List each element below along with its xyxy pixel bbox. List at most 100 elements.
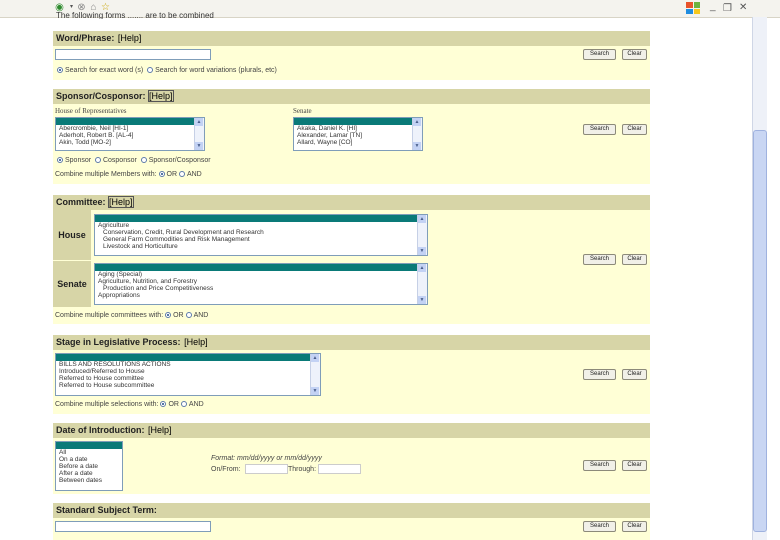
scrollbar[interactable]: ▲ ▼ xyxy=(417,215,427,255)
word-phrase-input[interactable] xyxy=(55,49,211,60)
scroll-up-icon[interactable]: ▲ xyxy=(195,118,203,126)
stage-header: Stage in Legislative Process: [Help] xyxy=(53,335,650,350)
date-intro-help-link[interactable]: [Help] xyxy=(147,424,173,436)
sponsor-header: Sponsor/Cosponsor: [Help] xyxy=(53,89,650,104)
through-date-input[interactable] xyxy=(318,464,361,474)
list-item[interactable]: Referred to House subcommittee xyxy=(56,382,320,389)
sponsor-combine-and-label: AND xyxy=(186,171,202,178)
on-from-label: On/From: xyxy=(211,466,241,473)
sponsor-cosponsor-radio[interactable] xyxy=(140,157,147,164)
stage-combine-or-radio[interactable] xyxy=(160,401,167,408)
list-item[interactable]: After a date xyxy=(56,470,122,477)
committee-combine-or-radio[interactable] xyxy=(165,312,172,319)
list-item[interactable]: Referred to House committee xyxy=(56,375,320,382)
on-from-date-input[interactable] xyxy=(245,464,288,474)
scrollbar[interactable]: ▲ ▼ xyxy=(310,354,320,395)
list-item[interactable]: Alexander, Lamar [TN] xyxy=(294,132,422,139)
sponsor-search-button[interactable]: Search xyxy=(583,124,616,135)
list-item[interactable] xyxy=(294,118,422,125)
word-phrase-clear-button[interactable]: Clear xyxy=(622,49,647,60)
subject-search-button[interactable]: Search xyxy=(583,521,616,532)
house-member-listbox[interactable]: Abercrombie, Neil [HI-1] Aderholt, Rober… xyxy=(55,117,205,151)
committee-combine-and-radio[interactable] xyxy=(185,312,192,319)
page-scroll-thumb[interactable] xyxy=(753,130,767,532)
date-format-hint: Format: mm/dd/yyyy or mm/dd/yyyy xyxy=(211,455,322,462)
scroll-up-icon[interactable]: ▲ xyxy=(413,118,421,126)
senate-label: Senate xyxy=(293,107,312,115)
list-item[interactable]: Akaka, Daniel K. [HI] xyxy=(294,125,422,132)
list-item[interactable] xyxy=(56,118,204,125)
list-item[interactable] xyxy=(56,442,122,449)
exact-word-radio[interactable] xyxy=(57,67,63,74)
list-item[interactable]: Introduced/Referred to House xyxy=(56,368,320,375)
date-intro-search-button[interactable]: Search xyxy=(583,460,616,471)
subject-input[interactable] xyxy=(55,521,211,532)
list-item[interactable]: Agriculture xyxy=(95,222,427,229)
stage-combine-and-radio[interactable] xyxy=(180,401,187,408)
scrollbar[interactable]: ▲ ▼ xyxy=(194,118,204,150)
house-committee-listbox[interactable]: Agriculture Conservation, Credit, Rural … xyxy=(94,214,428,256)
list-item[interactable]: BILLS AND RESOLUTIONS ACTIONS xyxy=(56,361,320,368)
scroll-up-icon[interactable]: ▲ xyxy=(418,264,426,272)
list-item[interactable]: Abercrombie, Neil [HI-1] xyxy=(56,125,204,132)
sponsor-combine-and-radio[interactable] xyxy=(178,171,185,178)
date-intro-clear-button[interactable]: Clear xyxy=(622,460,647,471)
list-item[interactable]: Conservation, Credit, Rural Development … xyxy=(95,229,427,236)
list-item[interactable]: Production and Price Competitiveness xyxy=(95,285,427,292)
stage-clear-button[interactable]: Clear xyxy=(622,369,647,380)
sponsor-combine-row: Combine multiple Members with: OR AND xyxy=(55,171,202,178)
close-icon[interactable]: ✕ xyxy=(739,2,747,13)
list-item[interactable]: General Farm Commodities and Risk Manage… xyxy=(95,236,427,243)
stage-combine-and-label: AND xyxy=(188,401,204,408)
list-item[interactable]: Aderholt, Robert B. [AL-4] xyxy=(56,132,204,139)
list-item[interactable]: Allard, Wayne [CO] xyxy=(294,139,422,146)
scroll-down-icon[interactable]: ▼ xyxy=(418,247,426,255)
word-variations-label: Search for word variations (plurals, etc… xyxy=(155,67,277,74)
list-item[interactable] xyxy=(56,354,320,361)
list-item[interactable]: On a date xyxy=(56,456,122,463)
scroll-down-icon[interactable]: ▼ xyxy=(413,142,421,150)
scroll-down-icon[interactable]: ▼ xyxy=(311,387,319,395)
sponsor-combine-or-label: OR xyxy=(166,171,178,178)
cosponsor-radio[interactable] xyxy=(94,157,101,164)
list-item[interactable]: Aging (Special) xyxy=(95,271,427,278)
list-item[interactable] xyxy=(95,215,427,222)
stage-help-link[interactable]: [Help] xyxy=(183,336,209,348)
committee-search-button[interactable]: Search xyxy=(583,254,616,265)
word-variations-radio[interactable] xyxy=(147,67,154,74)
sponsor-cosponsor-radio-label: Sponsor/Cosponsor xyxy=(148,157,211,164)
minimize-icon[interactable]: _ xyxy=(710,1,716,12)
scroll-down-icon[interactable]: ▼ xyxy=(195,142,203,150)
list-item[interactable]: Before a date xyxy=(56,463,122,470)
senate-committee-listbox[interactable]: Aging (Special) Agriculture, Nutrition, … xyxy=(94,263,428,305)
committee-clear-button[interactable]: Clear xyxy=(622,254,647,265)
list-item[interactable]: Agriculture, Nutrition, and Forestry xyxy=(95,278,427,285)
list-item[interactable]: Appropriations xyxy=(95,292,427,299)
word-phrase-help-link[interactable]: [Help] xyxy=(117,32,143,44)
date-type-listbox[interactable]: All On a date Before a date After a date… xyxy=(55,441,123,491)
sponsor-radio[interactable] xyxy=(57,157,63,164)
stage-listbox[interactable]: BILLS AND RESOLUTIONS ACTIONS Introduced… xyxy=(55,353,321,396)
list-item[interactable]: All xyxy=(56,449,122,456)
exact-word-label: Search for exact word (s) xyxy=(65,67,144,74)
list-item[interactable]: Akin, Todd [MO-2] xyxy=(56,139,204,146)
sponsor-clear-button[interactable]: Clear xyxy=(622,124,647,135)
sponsor-help-link[interactable]: [Help] xyxy=(148,90,174,102)
senate-member-listbox[interactable]: Akaka, Daniel K. [HI] Alexander, Lamar [… xyxy=(293,117,423,151)
committee-help-link[interactable]: [Help] xyxy=(108,196,134,208)
sponsor-combine-or-radio[interactable] xyxy=(158,171,165,178)
subject-header: Standard Subject Term: xyxy=(53,503,650,518)
list-item[interactable]: Between dates xyxy=(56,477,122,484)
date-intro-header: Date of Introduction: [Help] xyxy=(53,423,650,438)
word-phrase-search-button[interactable]: Search xyxy=(583,49,616,60)
stage-search-button[interactable]: Search xyxy=(583,369,616,380)
list-item[interactable]: Livestock and Horticulture xyxy=(95,243,427,250)
subject-clear-button[interactable]: Clear xyxy=(622,521,647,532)
scrollbar[interactable]: ▲ ▼ xyxy=(417,264,427,304)
scroll-up-icon[interactable]: ▲ xyxy=(311,354,319,362)
list-item[interactable] xyxy=(95,264,427,271)
restore-icon[interactable]: ❐ xyxy=(723,3,732,14)
scroll-down-icon[interactable]: ▼ xyxy=(418,296,426,304)
scrollbar[interactable]: ▲ ▼ xyxy=(412,118,422,150)
scroll-up-icon[interactable]: ▲ xyxy=(418,215,426,223)
